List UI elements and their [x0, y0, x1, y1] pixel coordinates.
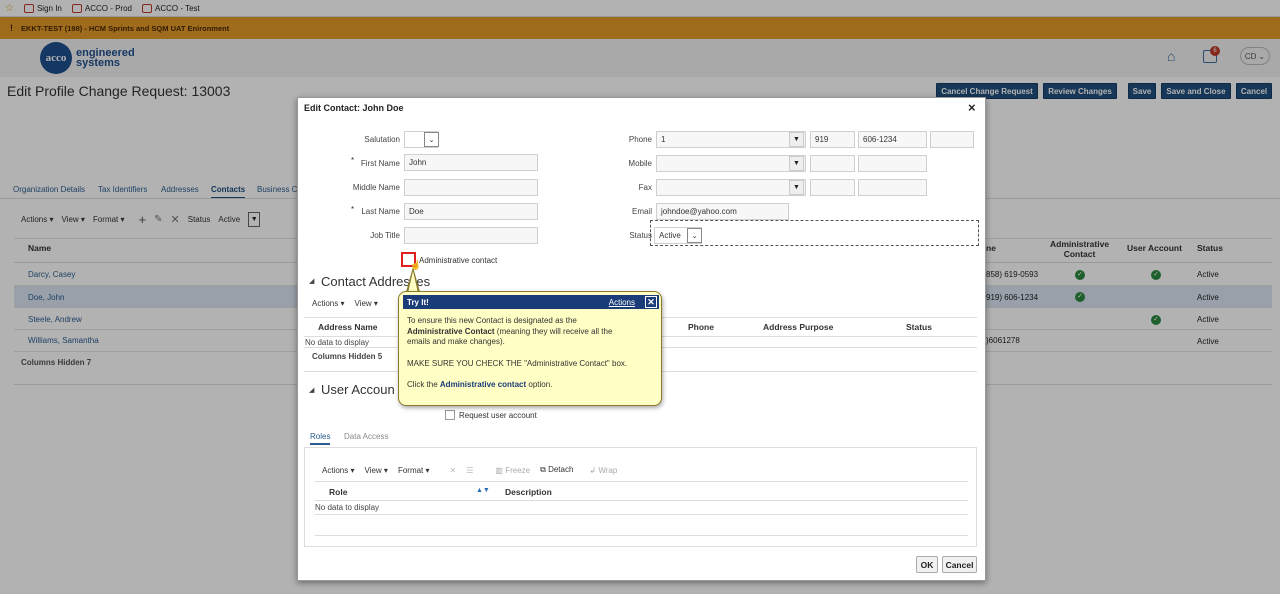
fax-number-input[interactable]: [858, 179, 927, 196]
status-label: Status: [629, 231, 652, 240]
phone-country-select[interactable]: 1: [656, 131, 806, 148]
callout-header: Try It! Actions ✕: [403, 295, 659, 309]
middle-name-input[interactable]: [404, 179, 538, 196]
roles-format-menu[interactable]: Format ▾: [398, 466, 430, 475]
chevron-down-icon[interactable]: ▼: [789, 180, 804, 195]
administrative-contact-label[interactable]: Administrative contact: [419, 256, 497, 265]
collapse-triangle-icon[interactable]: ◢: [309, 277, 314, 285]
addresses-actions-menu[interactable]: Actions ▾: [312, 299, 344, 308]
try-it-callout: Try It! Actions ✕ To ensure this new Con…: [398, 291, 662, 406]
last-name-input[interactable]: Doe: [404, 203, 538, 220]
roles-actions-menu[interactable]: Actions ▾: [322, 466, 354, 475]
tab-data-access[interactable]: Data Access: [344, 432, 388, 441]
roles-toolbar: Actions ▾ View ▾ Format ▾ ✕ ☰ ▥ Freeze ⧉…: [322, 465, 617, 475]
dialog-title: Edit Contact: John Doe: [304, 103, 404, 113]
addresses-columns-hidden: Columns Hidden 5: [312, 352, 383, 361]
col-address-phone[interactable]: Phone: [688, 322, 714, 332]
chevron-down-icon[interactable]: ▼: [789, 132, 804, 147]
ok-button[interactable]: OK: [916, 556, 938, 573]
delete-icon[interactable]: ✕: [450, 466, 457, 475]
phone-number-input[interactable]: 606-1234: [858, 131, 927, 148]
email-input[interactable]: johndoe@yahoo.com: [656, 203, 789, 220]
sort-icon[interactable]: ▲▼: [476, 487, 490, 494]
freeze-icon: ▥: [495, 465, 503, 475]
tab-roles[interactable]: Roles: [310, 432, 331, 445]
chevron-down-icon[interactable]: ⌄: [687, 228, 702, 243]
addresses-view-menu[interactable]: View ▾: [354, 299, 377, 308]
email-label: Email: [631, 207, 652, 216]
callout-actions-link[interactable]: Actions: [609, 298, 635, 307]
roles-table-header: [315, 481, 968, 501]
chevron-down-icon[interactable]: ⌄: [424, 132, 439, 147]
mobile-country-select[interactable]: [656, 155, 806, 172]
mobile-label: Mobile: [628, 159, 652, 168]
addresses-empty-text: No data to display: [305, 338, 370, 347]
col-address-purpose[interactable]: Address Purpose: [763, 322, 833, 332]
callout-text: To ensure this new Contact is designated…: [407, 316, 628, 389]
fax-area-code-input[interactable]: [810, 179, 855, 196]
callout-pointer-fill: [408, 271, 418, 293]
roles-view-menu[interactable]: View ▾: [364, 466, 387, 475]
job-title-input[interactable]: [404, 227, 538, 244]
wrap-button[interactable]: ↲ Wrap: [589, 466, 617, 475]
mobile-area-code-input[interactable]: [810, 155, 855, 172]
phone-label: Phone: [628, 135, 652, 144]
first-name-label: First Name: [360, 159, 400, 168]
col-address-name[interactable]: Address Name: [318, 322, 378, 332]
fax-country-select[interactable]: [656, 179, 806, 196]
request-user-account-checkbox[interactable]: [445, 410, 455, 420]
request-user-account-label[interactable]: Request user account: [459, 411, 537, 420]
first-name-input[interactable]: John: [404, 154, 538, 171]
job-title-label: Job Title: [370, 231, 400, 240]
mobile-number-input[interactable]: [858, 155, 927, 172]
col-role[interactable]: Role: [329, 487, 347, 497]
user-account-heading: User Accoun: [321, 382, 395, 397]
dialog-cancel-button[interactable]: Cancel: [942, 556, 977, 573]
collapse-triangle-icon[interactable]: ◢: [309, 386, 314, 394]
callout-close-icon[interactable]: ✕: [645, 296, 657, 308]
detach-icon: ⧉: [540, 465, 546, 474]
list-icon[interactable]: ☰: [466, 466, 473, 475]
addresses-toolbar: Actions ▾ View ▾: [312, 299, 378, 308]
freeze-button[interactable]: ▥ Freeze: [495, 466, 530, 475]
close-icon[interactable]: ×: [968, 100, 976, 115]
fax-label: Fax: [638, 183, 652, 192]
middle-name-label: Middle Name: [352, 183, 400, 192]
detach-button[interactable]: ⧉ Detach: [540, 465, 573, 475]
phone-area-code-input[interactable]: 919: [810, 131, 855, 148]
roles-divider: [315, 514, 968, 515]
roles-bottom-line: [315, 535, 968, 536]
chevron-down-icon[interactable]: ▼: [789, 156, 804, 171]
col-address-status[interactable]: Status: [906, 322, 932, 332]
col-description[interactable]: Description: [505, 487, 552, 497]
wrap-icon: ↲: [589, 465, 597, 475]
last-name-label: Last Name: [361, 207, 400, 216]
salutation-label: Salutation: [364, 135, 400, 144]
phone-extension-input[interactable]: [930, 131, 974, 148]
roles-empty-text: No data to display: [315, 503, 380, 512]
